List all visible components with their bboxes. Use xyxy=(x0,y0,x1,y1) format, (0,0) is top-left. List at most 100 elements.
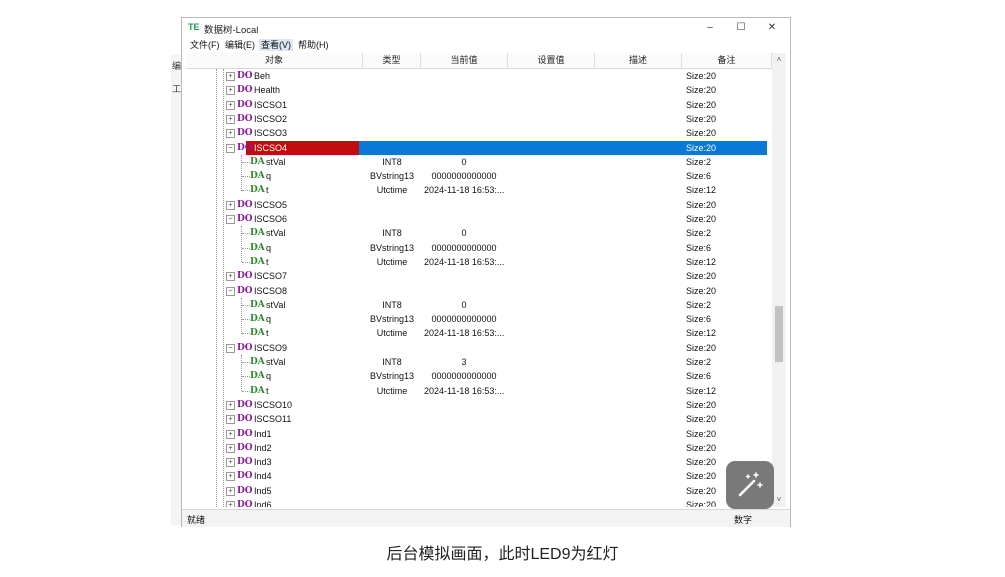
column-description[interactable]: 描述 xyxy=(595,53,682,68)
current-value-cell[interactable]: 2024-11-18 16:53:... xyxy=(424,183,504,197)
current-value-cell[interactable]: 2024-11-18 16:53:... xyxy=(424,384,504,398)
tree-node-do[interactable]: − DO ISCSO6 Size:20 xyxy=(186,212,772,226)
scroll-down-icon[interactable]: ˅ xyxy=(775,495,783,505)
tree-node-da[interactable]: DA t Utctime 2024-11-18 16:53:... Size:12 xyxy=(186,326,772,340)
status-text: 就绪 xyxy=(187,515,206,525)
expand-icon[interactable]: + xyxy=(226,501,235,507)
tree-node-da[interactable]: DA t Utctime 2024-11-18 16:53:... Size:12 xyxy=(186,183,772,197)
current-value-cell[interactable]: 0 xyxy=(424,298,504,312)
tree-node-do[interactable]: + DO ISCSO5 Size:20 xyxy=(186,198,772,212)
column-type[interactable]: 类型 xyxy=(363,53,421,68)
current-value-cell[interactable]: 2024-11-18 16:53:... xyxy=(424,255,504,269)
type-cell: BVstring13 xyxy=(369,242,415,253)
expand-icon[interactable]: + xyxy=(226,415,235,425)
data-object-icon: DO xyxy=(237,399,253,410)
tree-node-do[interactable]: + DO Beh Size:20 xyxy=(186,69,772,83)
expand-icon[interactable]: + xyxy=(226,129,235,139)
tree-node-do[interactable]: + DO Ind3 Size:20 xyxy=(186,455,772,469)
tree-node-da[interactable]: DA q BVstring13 0000000000000 Size:6 xyxy=(186,369,772,383)
tree-node-do[interactable]: + DO ISCSO2 Size:20 xyxy=(186,112,772,126)
tree-node-do[interactable]: + DO Ind5 Size:20 xyxy=(186,484,772,498)
tree-node-da[interactable]: DA q BVstring13 0000000000000 Size:6 xyxy=(186,241,772,255)
node-name: ISCSO2 xyxy=(254,113,288,124)
collapse-icon[interactable]: − xyxy=(226,143,235,153)
tree-node-do[interactable]: + DO ISCSO7 Size:20 xyxy=(186,269,772,283)
column-object[interactable]: 对象 xyxy=(186,53,363,68)
expand-icon[interactable]: + xyxy=(226,86,235,96)
expand-icon[interactable]: + xyxy=(226,100,235,110)
tree-node-do[interactable]: − DO ISCSO8 Size:20 xyxy=(186,284,772,298)
note-cell: Size:12 xyxy=(686,328,717,339)
menu-view[interactable]: 查看(V) xyxy=(259,39,293,51)
menu-help[interactable]: 帮助(H) xyxy=(296,39,331,51)
tree-node-do[interactable]: − DO ISCSO9 Size:20 xyxy=(186,341,772,355)
expand-icon[interactable]: + xyxy=(226,72,235,81)
type-cell: Utctime xyxy=(376,328,408,339)
tree-branch-line xyxy=(242,304,250,306)
collapse-icon[interactable]: − xyxy=(226,343,235,353)
vertical-scrollbar[interactable]: ˄ ˅ xyxy=(772,53,786,507)
collapse-icon[interactable]: − xyxy=(226,215,235,224)
magic-wand-icon xyxy=(738,472,763,497)
background-window-strip: 编 工 xyxy=(171,55,181,525)
tree-node-do[interactable]: + DO ISCSO1 Size:20 xyxy=(186,98,772,112)
expand-icon[interactable]: + xyxy=(226,114,235,124)
current-value-cell[interactable]: 0000000000000 xyxy=(424,312,504,326)
tree-node-do[interactable]: + DO ISCSO10 Size:20 xyxy=(186,398,772,412)
node-name: stVal xyxy=(266,299,286,310)
tree-node-da[interactable]: DA stVal INT8 0 Size:2 xyxy=(186,298,772,312)
node-name: Ind2 xyxy=(254,442,272,453)
current-value-cell[interactable]: 0 xyxy=(424,155,504,169)
tree-node-da[interactable]: DA stVal INT8 3 Size:2 xyxy=(186,355,772,369)
tree-node-do[interactable]: + DO ISCSO11 Size:20 xyxy=(186,412,772,426)
current-value-cell[interactable]: 0000000000000 xyxy=(424,369,504,383)
close-button[interactable]: ✕ xyxy=(759,20,785,36)
tree-node-do[interactable]: − DO ISCSO4 Size:20 xyxy=(186,140,772,155)
current-value-cell[interactable]: 0 xyxy=(424,226,504,240)
collapse-icon[interactable]: − xyxy=(226,286,235,296)
expand-icon[interactable]: + xyxy=(226,429,235,439)
tree-node-do[interactable]: + DO Health Size:20 xyxy=(186,83,772,97)
expand-icon[interactable]: + xyxy=(226,443,235,453)
tree-branch-line xyxy=(242,376,250,378)
menu-file[interactable]: 文件(F) xyxy=(188,39,222,51)
tree-node-do[interactable]: + DO Ind1 Size:20 xyxy=(186,427,772,441)
tree-node-da[interactable]: DA q BVstring13 0000000000000 Size:6 xyxy=(186,312,772,326)
expand-icon[interactable]: + xyxy=(226,458,235,468)
tree-node-da[interactable]: DA t Utctime 2024-11-18 16:53:... Size:12 xyxy=(186,384,772,398)
expand-icon[interactable]: + xyxy=(226,200,235,210)
note-cell: Size:12 xyxy=(686,185,717,196)
magic-wand-button[interactable] xyxy=(726,461,774,509)
note-cell: Size:20 xyxy=(686,342,717,353)
current-value-cell[interactable]: 0000000000000 xyxy=(424,241,504,255)
tree-node-do[interactable]: + DO Ind6 Size:20 xyxy=(186,498,772,507)
tree-node-da[interactable]: DA q BVstring13 0000000000000 Size:6 xyxy=(186,169,772,183)
menu-edit[interactable]: 编辑(E) xyxy=(223,39,257,51)
expand-icon[interactable]: + xyxy=(226,272,235,282)
current-value-cell[interactable]: 0000000000000 xyxy=(424,169,504,183)
current-value-cell[interactable]: 3 xyxy=(424,355,504,369)
scroll-up-icon[interactable]: ˄ xyxy=(775,55,783,65)
title-bar[interactable]: TE 数据树-Local – ☐ ✕ xyxy=(182,18,790,38)
expand-icon[interactable]: + xyxy=(226,486,235,496)
column-header: 对象 类型 当前值 设置值 描述 备注 xyxy=(186,53,772,69)
tree-node-do[interactable]: + DO ISCSO3 Size:20 xyxy=(186,126,772,140)
tree-node-da[interactable]: DA stVal INT8 0 Size:2 xyxy=(186,226,772,240)
tree-node-da[interactable]: DA stVal INT8 0 Size:2 xyxy=(186,155,772,169)
tree-node-do[interactable]: + DO Ind4 Size:20 xyxy=(186,469,772,483)
expand-icon[interactable]: + xyxy=(226,472,235,482)
column-current-value[interactable]: 当前值 xyxy=(421,53,508,68)
node-name: Ind6 xyxy=(254,500,272,507)
note-cell: Size:20 xyxy=(686,99,717,110)
tree-branch-line xyxy=(242,261,250,263)
current-value-cell[interactable]: 2024-11-18 16:53:... xyxy=(424,326,504,340)
column-set-value[interactable]: 设置值 xyxy=(508,53,595,68)
column-note[interactable]: 备注 xyxy=(682,53,772,68)
expand-icon[interactable]: + xyxy=(226,400,235,410)
note-cell: Size:20 xyxy=(686,457,717,468)
tree-node-da[interactable]: DA t Utctime 2024-11-18 16:53:... Size:12 xyxy=(186,255,772,269)
maximize-button[interactable]: ☐ xyxy=(728,20,754,36)
scroll-thumb[interactable] xyxy=(775,306,783,362)
tree-node-do[interactable]: + DO Ind2 Size:20 xyxy=(186,441,772,455)
minimize-button[interactable]: – xyxy=(697,20,723,36)
